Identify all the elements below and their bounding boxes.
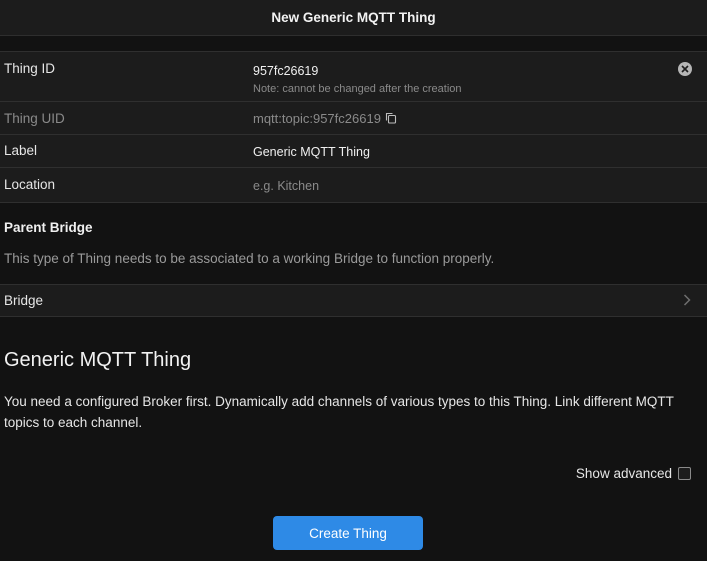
location-input[interactable]: e.g. Kitchen bbox=[253, 179, 319, 193]
thing-id-note: Note: cannot be changed after the creati… bbox=[253, 83, 462, 95]
label-row: Label Generic MQTT Thing bbox=[0, 135, 707, 168]
thing-type-title: Generic MQTT Thing bbox=[4, 349, 192, 371]
location-row: Location e.g. Kitchen bbox=[0, 168, 707, 202]
bridge-label: Bridge bbox=[4, 293, 44, 308]
chevron-right-icon bbox=[683, 294, 691, 306]
label-field-label: Label bbox=[4, 143, 38, 158]
thing-id-row: Thing ID 957fc26619 Note: cannot be chan… bbox=[0, 52, 707, 102]
label-input[interactable]: Generic MQTT Thing bbox=[253, 145, 370, 159]
thing-id-input[interactable]: 957fc26619 bbox=[253, 64, 318, 78]
bridge-selector[interactable]: Bridge bbox=[0, 285, 707, 316]
location-label: Location bbox=[4, 177, 56, 192]
create-thing-button[interactable]: Create Thing bbox=[273, 516, 423, 550]
parent-bridge-text: This type of Thing needs to be associate… bbox=[4, 251, 495, 266]
thing-type-description: You need a configured Broker first. Dyna… bbox=[4, 394, 674, 430]
thing-uid-row: Thing UID mqtt:topic:957fc26619 bbox=[0, 102, 707, 135]
page-title: New Generic MQTT Thing bbox=[271, 10, 436, 25]
copy-icon[interactable] bbox=[385, 112, 397, 124]
navbar: New Generic MQTT Thing bbox=[0, 0, 707, 36]
show-advanced-label: Show advanced bbox=[575, 466, 672, 481]
thing-uid-label: Thing UID bbox=[4, 111, 65, 126]
thing-uid-value-wrap: mqtt:topic:957fc26619 bbox=[253, 111, 397, 126]
thing-properties-list: Thing ID 957fc26619 Note: cannot be chan… bbox=[0, 51, 707, 203]
show-advanced-toggle[interactable]: Show advanced bbox=[576, 466, 691, 481]
parent-bridge-title: Parent Bridge bbox=[4, 220, 93, 235]
bridge-list: Bridge bbox=[0, 284, 707, 317]
show-advanced-checkbox[interactable] bbox=[678, 467, 691, 480]
thing-id-label: Thing ID bbox=[4, 61, 56, 76]
thing-uid-value: mqtt:topic:957fc26619 bbox=[253, 111, 381, 126]
clear-input-icon[interactable] bbox=[678, 62, 692, 76]
